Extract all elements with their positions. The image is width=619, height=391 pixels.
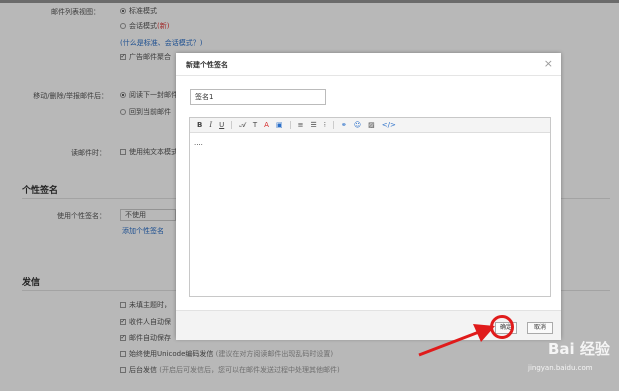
- source-code-icon[interactable]: </>: [382, 119, 396, 131]
- editor-content[interactable]: ....: [194, 139, 203, 147]
- signature-name-input[interactable]: 签名1: [190, 89, 326, 105]
- underline-button[interactable]: U: [219, 119, 224, 131]
- bold-button[interactable]: B: [197, 119, 202, 131]
- dialog-title: 新建个性签名: [186, 61, 228, 69]
- toolbar-separator: [289, 121, 291, 129]
- annotation-arrow-icon: [418, 324, 495, 357]
- indent-icon[interactable]: ⁝: [324, 119, 326, 131]
- list-icon[interactable]: ☰: [310, 119, 316, 131]
- toolbar-separator: [332, 121, 334, 129]
- bg-color-icon[interactable]: ▣: [276, 119, 283, 131]
- close-icon[interactable]: ×: [544, 57, 553, 70]
- cancel-button[interactable]: 取消: [527, 322, 553, 334]
- watermark-text: Bai 经验: [548, 340, 610, 358]
- font-color-icon[interactable]: A: [264, 119, 269, 131]
- link-icon[interactable]: ⚭: [341, 119, 347, 131]
- dialog-header-divider: [176, 75, 561, 76]
- image-icon[interactable]: ▨: [368, 119, 375, 131]
- signature-editor[interactable]: B I U 𝒜 T A ▣ ≡ ☰ ⁝ ⚭ ☺ ▨ </> ....: [189, 117, 551, 297]
- toolbar-separator: [231, 121, 233, 129]
- align-icon[interactable]: ≡: [298, 119, 304, 131]
- font-family-icon[interactable]: 𝒜: [239, 119, 246, 131]
- emoji-icon[interactable]: ☺: [354, 119, 361, 131]
- font-size-icon[interactable]: T: [253, 119, 257, 131]
- editor-toolbar: B I U 𝒜 T A ▣ ≡ ☰ ⁝ ⚭ ☺ ▨ </>: [190, 118, 550, 133]
- watermark-url: jingyan.baidu.com: [528, 364, 593, 372]
- italic-button[interactable]: I: [209, 119, 212, 131]
